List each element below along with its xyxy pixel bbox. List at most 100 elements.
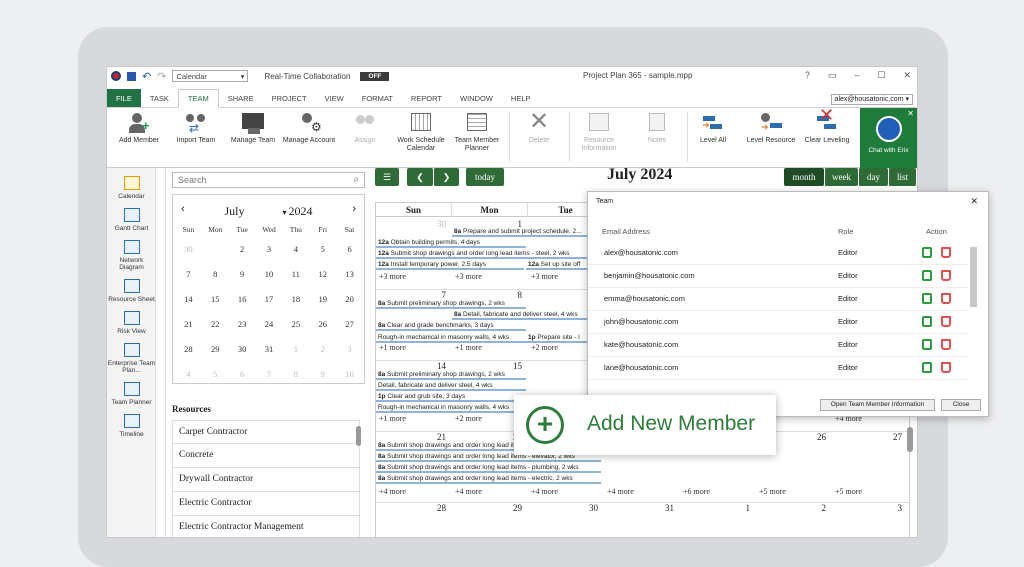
today-button[interactable]: today xyxy=(466,168,504,186)
tab-report[interactable]: REPORT xyxy=(402,89,451,107)
level-resource-button[interactable]: ➜ Level Resource xyxy=(741,111,801,145)
calendar-event[interactable]: Detail, fabricate and deliver steel, 4 w… xyxy=(376,381,526,391)
day-cell[interactable]: 11 xyxy=(282,262,309,287)
next-button[interactable]: ❯ xyxy=(433,168,459,186)
calendar-event[interactable]: 12a Obtain building permits, 4 days xyxy=(376,238,526,248)
calendar-event[interactable]: 8a Submit shop drawings and order long l… xyxy=(376,474,601,484)
save-icon[interactable] xyxy=(127,71,136,81)
more-link[interactable]: +1 more xyxy=(379,414,406,423)
scrollbar[interactable] xyxy=(970,247,977,307)
more-link[interactable]: +4 more xyxy=(531,487,558,496)
day-cell[interactable]: 17 xyxy=(256,287,283,312)
close-icon[interactable]: ✕ xyxy=(907,109,914,118)
trash-icon[interactable] xyxy=(941,362,951,373)
chat-with-erix-button[interactable]: ✕ Chat with Erix xyxy=(860,108,917,168)
redo-icon[interactable]: ↷ xyxy=(157,70,166,83)
open-member-info-button[interactable]: Open Team Member Information xyxy=(820,399,935,411)
sidebar-item-enterprise[interactable]: Enterprise Team Plan... xyxy=(107,343,156,374)
help-button[interactable]: ? xyxy=(805,70,810,81)
day-cell[interactable]: 2 xyxy=(309,337,336,362)
day-cell[interactable]: 7 xyxy=(175,262,202,287)
day-cell[interactable]: 25 xyxy=(282,312,309,337)
day-cell[interactable]: 30 xyxy=(229,337,256,362)
collab-toggle[interactable]: OFF xyxy=(360,71,390,81)
day-cell[interactable]: 1 xyxy=(202,237,229,262)
close-icon[interactable]: ✕ xyxy=(970,196,978,207)
add-new-member-callout[interactable]: + Add New Member xyxy=(514,395,776,455)
calendar-event[interactable]: 1p Clear and grub site, 3 days xyxy=(376,392,526,402)
close-icon[interactable]: ✕ xyxy=(903,70,911,81)
day-cell[interactable]: 7 xyxy=(256,362,283,387)
list-item[interactable]: Carpet Contractor xyxy=(172,420,360,444)
more-link[interactable]: +4 more xyxy=(379,487,406,496)
more-link[interactable]: +5 more xyxy=(835,487,862,496)
more-link[interactable]: +2 more xyxy=(531,343,558,352)
day-cell[interactable]: 20 xyxy=(336,287,363,312)
day-cell[interactable]: 24 xyxy=(256,312,283,337)
day-cell[interactable]: 3 xyxy=(256,237,283,262)
tab-team[interactable]: TEAM xyxy=(177,89,219,108)
calendar-scrollbar[interactable] xyxy=(907,427,913,452)
tab-project[interactable]: PROJECT xyxy=(263,89,316,107)
menu-button[interactable]: ☰ xyxy=(375,168,399,186)
day-cell[interactable]: 15 xyxy=(202,287,229,312)
import-team-button[interactable]: ⇄ Import Team xyxy=(166,111,226,145)
manage-account-button[interactable]: ⚙ Manage Account xyxy=(279,111,339,145)
calendar-event[interactable]: 8a Prepare and submit project schedule, … xyxy=(452,227,592,237)
calendar-event[interactable]: 8a Submit shop drawings and order long l… xyxy=(376,463,601,473)
day-cell[interactable]: 12 xyxy=(309,262,336,287)
ribbon-display-icon[interactable]: ▭ xyxy=(828,70,837,81)
day-cell[interactable]: 2 xyxy=(229,237,256,262)
list-item[interactable]: Electric Contractor xyxy=(172,492,360,516)
notes-button[interactable]: Notes xyxy=(627,111,687,145)
day-cell[interactable]: 8 xyxy=(282,362,309,387)
edit-icon[interactable] xyxy=(922,270,932,281)
calendar-event[interactable]: Rough-in mechanical in masonry walls, 4 … xyxy=(376,403,526,413)
day-cell[interactable]: 29 xyxy=(202,337,229,362)
sidebar-item-risk[interactable]: Risk View xyxy=(107,311,156,335)
more-link[interactable]: +6 more xyxy=(683,487,710,496)
tab-window[interactable]: WINDOW xyxy=(451,89,502,107)
calendar-event[interactable]: 8a Submit preliminary shop drawings, 2 w… xyxy=(376,370,526,380)
day-cell[interactable]: 9 xyxy=(309,362,336,387)
manage-team-button[interactable]: Manage Team xyxy=(223,111,283,145)
calendar-event[interactable]: 8a Clear and grade benchmarks, 3 days xyxy=(376,321,526,331)
calendar-event[interactable]: Rough-in mechanical in masonry walls, 4 … xyxy=(376,333,526,343)
tab-file[interactable]: FILE xyxy=(107,89,141,107)
prev-button[interactable]: ❮ xyxy=(407,168,433,186)
edit-icon[interactable] xyxy=(922,339,932,350)
tab-format[interactable]: FORMAT xyxy=(353,89,402,107)
sidebar-item-team-planner[interactable]: Team Planner xyxy=(107,382,156,406)
trash-icon[interactable] xyxy=(941,247,951,258)
day-cell[interactable]: 13 xyxy=(336,262,363,287)
search-input[interactable]: Search ⌕ xyxy=(172,172,365,188)
edit-icon[interactable] xyxy=(922,316,932,327)
trash-icon[interactable] xyxy=(941,316,951,327)
list-item[interactable]: Drywall Contractor xyxy=(172,468,360,492)
minimize-icon[interactable]: – xyxy=(854,70,859,81)
day-cell[interactable]: 30 xyxy=(175,237,202,262)
edit-icon[interactable] xyxy=(922,293,932,304)
day-cell[interactable]: 21 xyxy=(175,312,202,337)
more-link[interactable]: +3 more xyxy=(531,272,558,281)
add-member-button[interactable]: + Add Member xyxy=(109,111,169,145)
calendar-event[interactable]: 8a Detail, fabricate and deliver steel, … xyxy=(452,310,602,320)
sidebar-item-network[interactable]: Network Diagram xyxy=(107,240,156,271)
day-cell[interactable]: 28 xyxy=(175,337,202,362)
day-cell[interactable]: 1 xyxy=(282,337,309,362)
more-link[interactable]: +1 more xyxy=(379,343,406,352)
edit-icon[interactable] xyxy=(922,362,932,373)
calendar-event[interactable]: 8a Submit preliminary shop drawings, 2 w… xyxy=(376,299,526,309)
day-cell[interactable]: 14 xyxy=(175,287,202,312)
day-cell[interactable]: 23 xyxy=(229,312,256,337)
trash-icon[interactable] xyxy=(941,339,951,350)
team-planner-button[interactable]: Team Member Planner xyxy=(447,111,507,153)
tab-task[interactable]: TASK xyxy=(141,89,178,107)
scrollbar[interactable] xyxy=(356,426,361,446)
more-link[interactable]: +4 more xyxy=(455,487,482,496)
work-schedule-button[interactable]: Work Schedule Calendar xyxy=(391,111,451,153)
day-cell[interactable]: 5 xyxy=(309,237,336,262)
account-select[interactable]: alex@housatonic.com ▾ xyxy=(830,94,913,105)
tab-view[interactable]: VIEW xyxy=(316,89,353,107)
day-cell[interactable]: 4 xyxy=(282,237,309,262)
